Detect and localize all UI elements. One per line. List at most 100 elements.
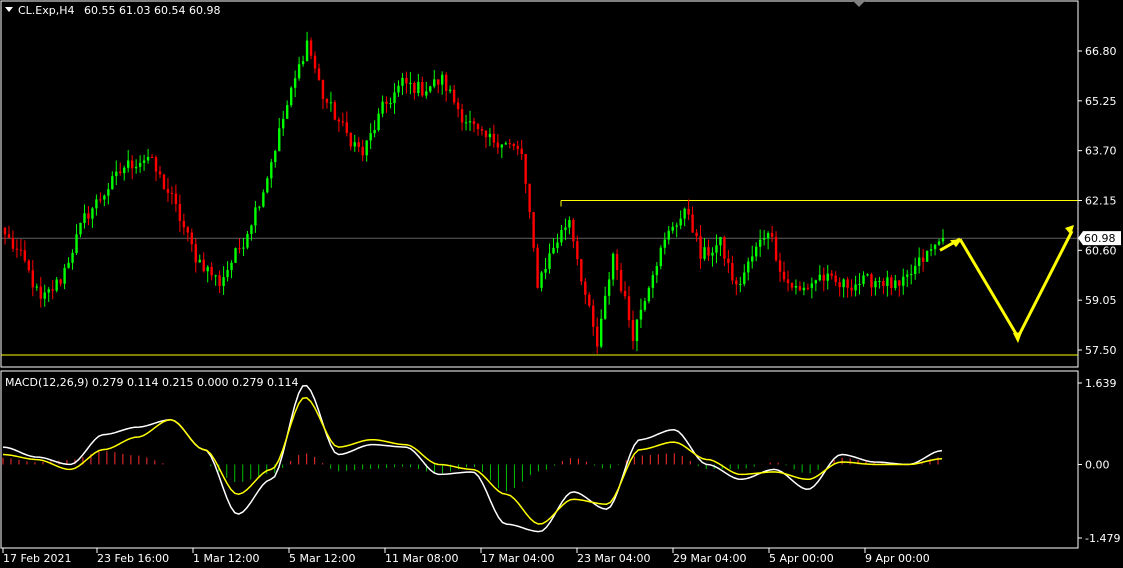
bear-candle <box>580 259 583 282</box>
bull-candle <box>556 242 559 248</box>
bull-candle <box>711 252 714 256</box>
time-tick-label: 1 Mar 12:00 <box>193 552 259 565</box>
bull-candle <box>377 113 380 131</box>
bear-candle <box>150 157 154 159</box>
bear-candle <box>890 277 893 289</box>
bear-candle <box>687 208 690 215</box>
bear-candle <box>186 227 190 233</box>
bear-candle <box>452 89 456 103</box>
bear-candle <box>218 275 221 287</box>
bull-candle <box>488 133 492 138</box>
bull-candle <box>305 40 309 62</box>
bear-candle <box>627 296 631 321</box>
bear-candle <box>806 287 810 289</box>
bull-candle <box>282 118 285 129</box>
bear-candle <box>99 199 102 201</box>
bear-candle <box>798 286 802 291</box>
time-tick-label: 5 Mar 12:00 <box>289 552 355 565</box>
bear-candle <box>23 250 27 261</box>
bear-candle <box>166 188 170 193</box>
bull-candle <box>103 195 106 200</box>
bull-candle <box>230 262 233 270</box>
bull-candle <box>417 82 420 93</box>
bear-candle <box>778 260 782 272</box>
bull-candle <box>83 213 86 223</box>
bear-candle <box>584 281 587 295</box>
bull-candle <box>866 274 869 276</box>
price-label-text: 60.98 <box>1084 232 1116 245</box>
bull-candle <box>679 218 682 226</box>
bull-candle <box>123 167 126 174</box>
bull-candle <box>886 277 889 286</box>
bull-candle <box>683 208 686 219</box>
bull-candle <box>55 279 58 291</box>
bull-candle <box>548 253 551 269</box>
bear-candle <box>770 233 774 237</box>
bear-candle <box>51 289 54 291</box>
bear-candle <box>456 102 460 110</box>
bear-candle <box>345 122 349 134</box>
bull-candle <box>639 309 643 320</box>
bear-candle <box>735 280 738 285</box>
chart-background <box>0 0 1123 568</box>
bull-candle <box>468 121 472 123</box>
bull-candle <box>842 279 845 288</box>
bull-candle <box>262 192 265 207</box>
bull-candle <box>222 277 225 287</box>
price-tick-label: 63.70 <box>1085 145 1117 158</box>
bear-candle <box>349 133 352 147</box>
bull-candle <box>894 280 897 289</box>
time-tick-label: 5 Apr 00:00 <box>769 552 834 565</box>
bull-candle <box>647 287 651 302</box>
bull-candle <box>564 227 567 230</box>
time-tick-label: 29 Mar 04:00 <box>673 552 746 565</box>
bear-candle <box>3 227 7 235</box>
bull-candle <box>425 91 428 96</box>
price-tick-label: 60.60 <box>1085 244 1117 257</box>
bull-candle <box>35 286 38 288</box>
bull-candle <box>814 280 818 284</box>
bull-candle <box>862 275 865 284</box>
bear-candle <box>357 142 360 147</box>
bull-candle <box>297 64 301 79</box>
bear-candle <box>524 154 527 184</box>
bull-candle <box>134 166 138 169</box>
bear-candle <box>838 282 841 288</box>
bull-candle <box>254 207 257 226</box>
bull-candle <box>794 286 798 288</box>
bull-candle <box>758 239 762 247</box>
bull-candle <box>667 230 670 240</box>
bear-candle <box>898 280 901 286</box>
bull-candle <box>818 274 821 281</box>
bear-candle <box>39 286 42 299</box>
bear-candle <box>19 249 23 251</box>
bull-candle <box>301 61 305 65</box>
current-price-marker: 60.98 <box>1078 231 1121 246</box>
bear-candle <box>782 271 786 280</box>
bull-candle <box>293 78 297 88</box>
bull-candle <box>747 261 750 273</box>
bull-candle <box>146 157 150 161</box>
bull-candle <box>941 238 945 242</box>
bull-candle <box>393 92 396 104</box>
symbol-label[interactable]: CL.Exp,H4 <box>18 4 75 17</box>
bull-candle <box>671 226 674 231</box>
bear-candle <box>532 212 535 248</box>
bear-candle <box>333 102 337 120</box>
macd-tick-label: 0.00 <box>1085 458 1110 471</box>
bull-candle <box>75 234 78 253</box>
bear-candle <box>361 146 364 156</box>
bull-candle <box>874 281 877 288</box>
bull-candle <box>766 233 770 239</box>
bear-candle <box>309 40 313 56</box>
bear-candle <box>774 236 778 261</box>
bear-candle <box>174 193 178 204</box>
bull-candle <box>504 143 507 145</box>
bear-candle <box>790 283 794 288</box>
bull-candle <box>250 225 253 234</box>
bull-candle <box>206 266 209 272</box>
bull-candle <box>743 272 746 284</box>
bull-candle <box>266 178 269 193</box>
bear-candle <box>413 82 416 93</box>
bull-candle <box>655 266 659 276</box>
